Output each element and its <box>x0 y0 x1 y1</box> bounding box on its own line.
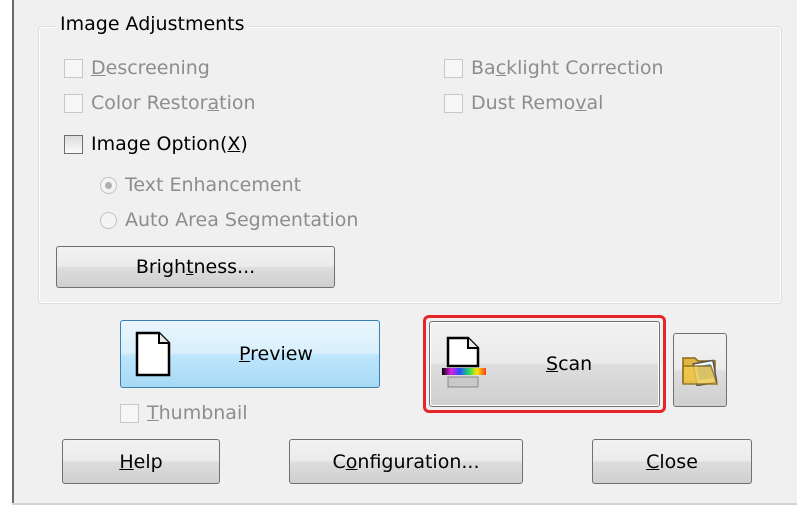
color-restoration-label: Color Restoration <box>91 92 256 114</box>
descreening-label: Descreening <box>91 57 210 79</box>
preview-button[interactable]: Preview <box>120 320 380 388</box>
backlight-correction-checkbox-box[interactable] <box>444 58 463 78</box>
auto-area-segmentation-radio[interactable]: Auto Area Segmentation <box>100 208 358 232</box>
backlight-correction-checkbox[interactable]: Backlight Correction <box>444 56 664 80</box>
configuration-button-label: Configuration... <box>332 450 480 473</box>
help-button[interactable]: Help <box>62 439 220 484</box>
close-button[interactable]: Close <box>592 439 752 484</box>
color-restoration-checkbox[interactable]: Color Restoration <box>64 91 256 115</box>
preview-button-label: Preview <box>239 343 313 365</box>
text-enhancement-radio-dot[interactable] <box>100 176 117 194</box>
configuration-button[interactable]: Configuration... <box>289 439 523 484</box>
document-page-icon <box>135 331 171 382</box>
image-option-checkbox[interactable]: Image Option(X) <box>64 132 248 156</box>
thumbnail-checkbox[interactable]: Thumbnail <box>120 401 248 425</box>
folder-image-icon <box>681 350 719 391</box>
open-folder-button[interactable] <box>673 333 727 407</box>
close-button-label: Close <box>646 450 698 473</box>
scan-button-label: Scan <box>546 353 593 375</box>
auto-area-segmentation-label: Auto Area Segmentation <box>125 209 359 231</box>
dialog-bottom-edge <box>12 503 797 505</box>
brightness-button[interactable]: Brightness... <box>56 246 335 288</box>
brightness-button-label: Brightness... <box>135 256 256 278</box>
scan-button[interactable]: Scan <box>429 321 660 407</box>
thumbnail-label: Thumbnail <box>147 402 248 424</box>
descreening-checkbox[interactable]: Descreening <box>64 56 210 80</box>
dust-removal-checkbox-box[interactable] <box>444 93 463 113</box>
dust-removal-label: Dust Removal <box>471 92 604 114</box>
image-option-checkbox-box[interactable] <box>64 134 83 154</box>
dust-removal-checkbox[interactable]: Dust Removal <box>444 91 603 115</box>
text-enhancement-radio[interactable]: Text Enhancement <box>100 173 301 197</box>
text-enhancement-label: Text Enhancement <box>125 174 302 196</box>
descreening-checkbox-box[interactable] <box>64 58 83 78</box>
color-restoration-checkbox-box[interactable] <box>64 93 83 113</box>
image-option-label: Image Option(X) <box>91 133 248 155</box>
image-adjustments-title: Image Adjustments <box>56 12 249 36</box>
thumbnail-checkbox-box[interactable] <box>120 403 139 423</box>
backlight-correction-label: Backlight Correction <box>471 57 664 79</box>
auto-area-segmentation-radio-dot[interactable] <box>100 211 117 229</box>
scanner-page-color-icon <box>440 336 488 397</box>
help-button-label: Help <box>119 450 163 473</box>
